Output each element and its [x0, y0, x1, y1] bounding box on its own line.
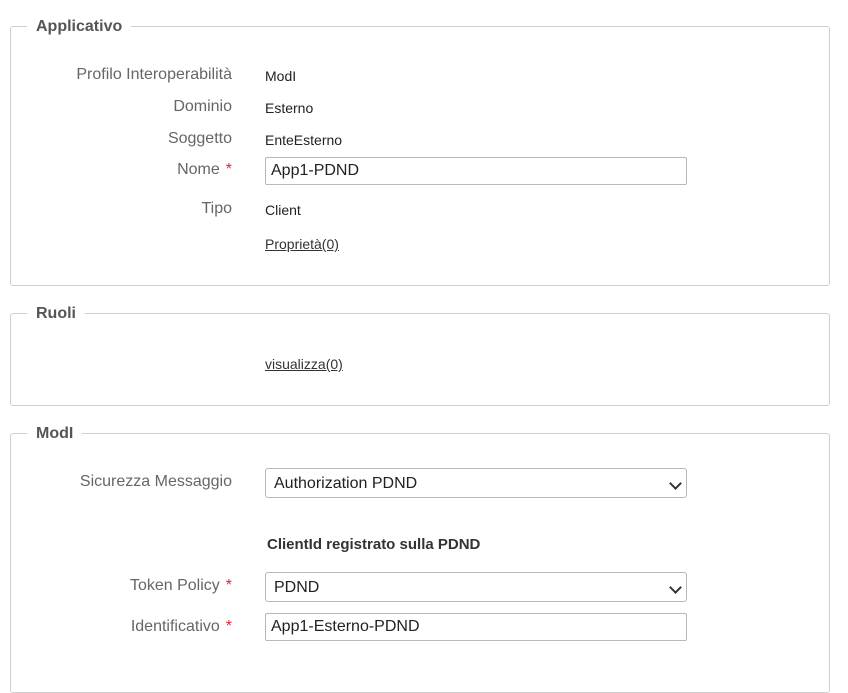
visualizza-ruoli-link[interactable]: visualizza(0) [265, 356, 343, 372]
modi-legend: ModI [27, 424, 83, 444]
dominio-value: Esterno [265, 100, 314, 116]
ruoli-section: Ruoli visualizza(0) [10, 304, 830, 406]
dominio-label: Dominio [173, 98, 232, 115]
required-marker: * [225, 161, 232, 178]
required-marker: * [225, 577, 232, 594]
soggetto-label: Soggetto [167, 130, 232, 147]
modi-section: ModI Sicurezza Messaggio Authorization P… [10, 424, 830, 693]
clientid-heading: ClientId registrato sulla PDND [267, 536, 481, 553]
identificativo-label-text: Identificativo [130, 618, 220, 635]
tipo-value: Client [265, 202, 301, 218]
nome-label-text: Nome [177, 161, 220, 178]
nome-input[interactable] [265, 157, 687, 185]
sicurezza-messaggio-label: Sicurezza Messaggio [79, 473, 232, 490]
tipo-label: Tipo [201, 200, 232, 217]
chevron-down-icon [669, 581, 682, 594]
profilo-value: ModI [265, 68, 297, 84]
sicurezza-messaggio-selected: Authorization PDND [274, 475, 418, 492]
applicativo-legend: Applicativo [27, 17, 132, 37]
applicativo-section: Applicativo Profilo Interoperabilità Mod… [10, 17, 830, 286]
identificativo-input[interactable] [265, 613, 687, 641]
soggetto-value: EnteEsterno [265, 132, 343, 148]
token-policy-select[interactable]: PDND [265, 572, 687, 602]
token-policy-selected: PDND [274, 579, 320, 596]
proprieta-link[interactable]: Proprietà(0) [265, 236, 339, 252]
profilo-label: Profilo Interoperabilità [76, 66, 232, 83]
chevron-down-icon [669, 477, 682, 490]
token-policy-label-text: Token Policy [129, 577, 220, 594]
nome-label: Nome * [177, 161, 232, 179]
sicurezza-messaggio-select[interactable]: Authorization PDND [265, 468, 687, 498]
ruoli-legend: Ruoli [27, 304, 85, 324]
identificativo-label: Identificativo * [131, 618, 232, 636]
token-policy-label: Token Policy * [130, 577, 232, 595]
required-marker: * [225, 618, 232, 635]
